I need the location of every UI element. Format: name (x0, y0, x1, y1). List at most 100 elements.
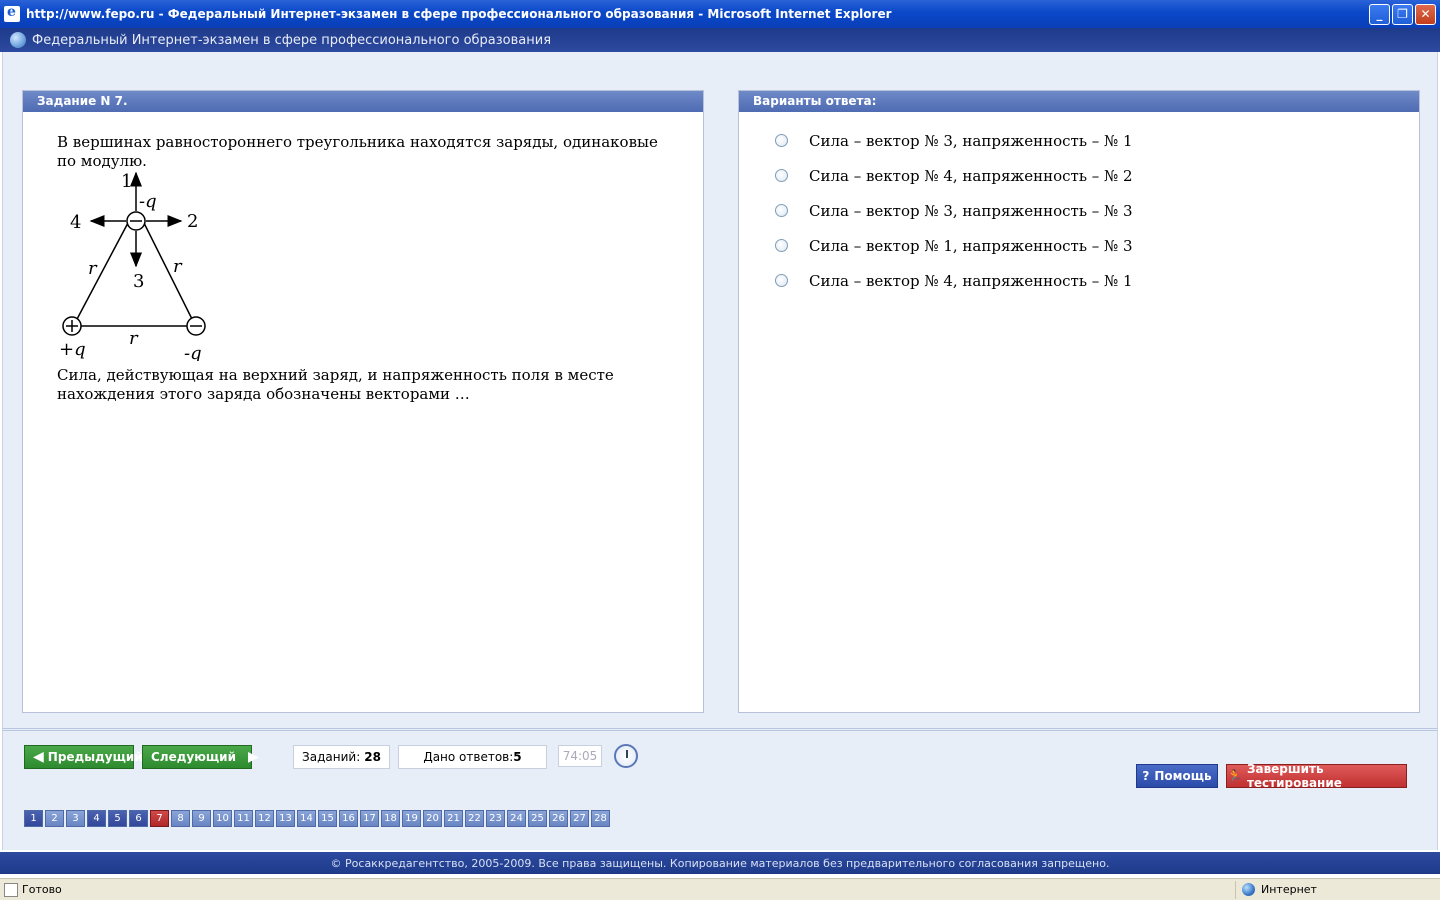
page-10[interactable]: 10 (213, 810, 232, 827)
running-man-icon: 🏃 (1227, 769, 1242, 783)
page-18[interactable]: 18 (381, 810, 400, 827)
page-14[interactable]: 14 (297, 810, 316, 827)
globe-icon (10, 32, 26, 48)
minimize-button[interactable]: _ (1369, 3, 1390, 25)
arrow-left-icon: ◀ (33, 749, 44, 765)
navigation-area: ◀ Предыдущий Следующий ▶ Заданий: 28 Дан… (2, 728, 1438, 850)
page-8[interactable]: 8 (171, 810, 190, 827)
right-charge-label: -q (184, 343, 202, 361)
task-panel: Задание N 7. В вершинах равностороннего … (22, 90, 704, 713)
page-26[interactable]: 26 (549, 810, 568, 827)
clock-icon (614, 744, 638, 768)
answer-radio-2[interactable] (775, 169, 788, 182)
tasks-counter-label: Заданий: (302, 750, 361, 764)
content-area: Задание N 7. В вершинах равностороннего … (2, 52, 1438, 732)
finish-button-label: Завершить тестирование (1246, 762, 1342, 790)
page-11[interactable]: 11 (234, 810, 253, 827)
window-titlebar: http://www.fepo.ru - Федеральный Интерне… (0, 0, 1440, 28)
next-button[interactable]: Следующий ▶ (142, 745, 259, 769)
restore-button[interactable]: ❐ (1392, 3, 1413, 25)
page-24[interactable]: 24 (507, 810, 526, 827)
side-right-label: r (173, 256, 183, 277)
answer-option-3[interactable]: Сила – вектор № 3, напряженность – № 3 (775, 193, 1133, 228)
page-12[interactable]: 12 (255, 810, 274, 827)
vector-1-label: 1 (121, 171, 132, 192)
answer-options: Сила – вектор № 3, напряженность – № 1 С… (775, 123, 1133, 298)
page-16[interactable]: 16 (339, 810, 358, 827)
side-left-line (75, 220, 130, 322)
status-bar: Готово Интернет (0, 878, 1440, 900)
page-21[interactable]: 21 (444, 810, 463, 827)
status-text: Готово (22, 883, 62, 896)
page-list: 1 2 3 4 5 6 7 8 9 10 11 12 13 14 15 16 1… (24, 810, 612, 827)
prev-button-label: Предыдущий (47, 750, 143, 764)
left-charge-label: +q (59, 339, 86, 360)
question-icon: ? (1142, 769, 1150, 783)
zone-label: Интернет (1261, 883, 1317, 896)
help-button[interactable]: ? Помощь (1136, 764, 1218, 788)
answer-option-1[interactable]: Сила – вектор № 3, напряженность – № 1 (775, 123, 1133, 158)
answer-label-5: Сила – вектор № 4, напряженность – № 1 (809, 271, 1133, 290)
tasks-counter-value: 28 (364, 750, 381, 764)
answer-label-2: Сила – вектор № 4, напряженность – № 2 (809, 166, 1133, 185)
answer-radio-3[interactable] (775, 204, 788, 217)
page-9[interactable]: 9 (192, 810, 211, 827)
timer-display: 74:05 (558, 745, 602, 767)
answer-radio-1[interactable] (775, 134, 788, 147)
tasks-counter: Заданий: 28 (293, 745, 390, 769)
page-23[interactable]: 23 (486, 810, 505, 827)
task-text-after: Сила, действующая на верхний заряд, и на… (57, 366, 614, 403)
vector-4-label: 4 (70, 212, 81, 233)
finish-test-button[interactable]: 🏃 Завершить тестирование (1226, 762, 1407, 790)
page-20[interactable]: 20 (423, 810, 442, 827)
page-icon (4, 882, 18, 897)
vector-2-label: 2 (187, 211, 198, 232)
prev-button[interactable]: ◀ Предыдущий (24, 745, 143, 769)
task-title: Задание N 7. (23, 91, 703, 112)
page-3[interactable]: 3 (66, 810, 85, 827)
page-13[interactable]: 13 (276, 810, 295, 827)
charges-diagram: 1 2 3 4 -q +q -q r r r (59, 171, 206, 361)
page-19[interactable]: 19 (402, 810, 421, 827)
answer-label-1: Сила – вектор № 3, напряженность – № 1 (809, 131, 1133, 150)
window-title: http://www.fepo.ru - Федеральный Интерне… (26, 7, 892, 21)
page-15[interactable]: 15 (318, 810, 337, 827)
next-button-label: Следующий (151, 750, 236, 764)
vector-3-label: 3 (133, 271, 144, 292)
page-1[interactable]: 1 (24, 810, 43, 827)
top-charge-label: -q (139, 191, 157, 212)
page-17[interactable]: 17 (360, 810, 379, 827)
page-25[interactable]: 25 (528, 810, 547, 827)
answers-counter-value: 5 (513, 750, 522, 764)
side-bottom-label: r (129, 328, 139, 349)
answer-radio-5[interactable] (775, 274, 788, 287)
page-22[interactable]: 22 (465, 810, 484, 827)
page-6[interactable]: 6 (129, 810, 148, 827)
security-zone: Интернет (1235, 880, 1440, 899)
answer-radio-4[interactable] (775, 239, 788, 252)
answer-label-3: Сила – вектор № 3, напряженность – № 3 (809, 201, 1133, 220)
app-header: Федеральный Интернет-экзамен в сфере про… (0, 28, 1440, 52)
page-28[interactable]: 28 (591, 810, 610, 827)
answer-label-4: Сила – вектор № 1, напряженность – № 3 (809, 236, 1133, 255)
close-button[interactable]: ✕ (1415, 3, 1436, 25)
app-header-title: Федеральный Интернет-экзамен в сфере про… (32, 32, 552, 48)
help-button-label: Помощь (1154, 769, 1212, 783)
side-right-line (142, 220, 194, 322)
arrow-right-icon: ▶ (248, 749, 259, 765)
copyright-footer: © Росаккредагентство, 2005-2009. Все пра… (0, 852, 1440, 874)
page-27[interactable]: 27 (570, 810, 589, 827)
page-2[interactable]: 2 (45, 810, 64, 827)
answers-panel: Варианты ответа: Сила – вектор № 3, напр… (738, 90, 1420, 713)
ie-icon (4, 4, 20, 22)
answer-option-2[interactable]: Сила – вектор № 4, напряженность – № 2 (775, 158, 1133, 193)
side-left-label: r (88, 258, 98, 279)
page-7-current[interactable]: 7 (150, 810, 169, 827)
answer-option-5[interactable]: Сила – вектор № 4, напряженность – № 1 (775, 263, 1133, 298)
answers-title: Варианты ответа: (739, 91, 1419, 112)
answers-counter-label: Дано ответов: (423, 750, 514, 764)
page-5[interactable]: 5 (108, 810, 127, 827)
answers-counter: Дано ответов: 5 (398, 745, 547, 769)
answer-option-4[interactable]: Сила – вектор № 1, напряженность – № 3 (775, 228, 1133, 263)
page-4[interactable]: 4 (87, 810, 106, 827)
